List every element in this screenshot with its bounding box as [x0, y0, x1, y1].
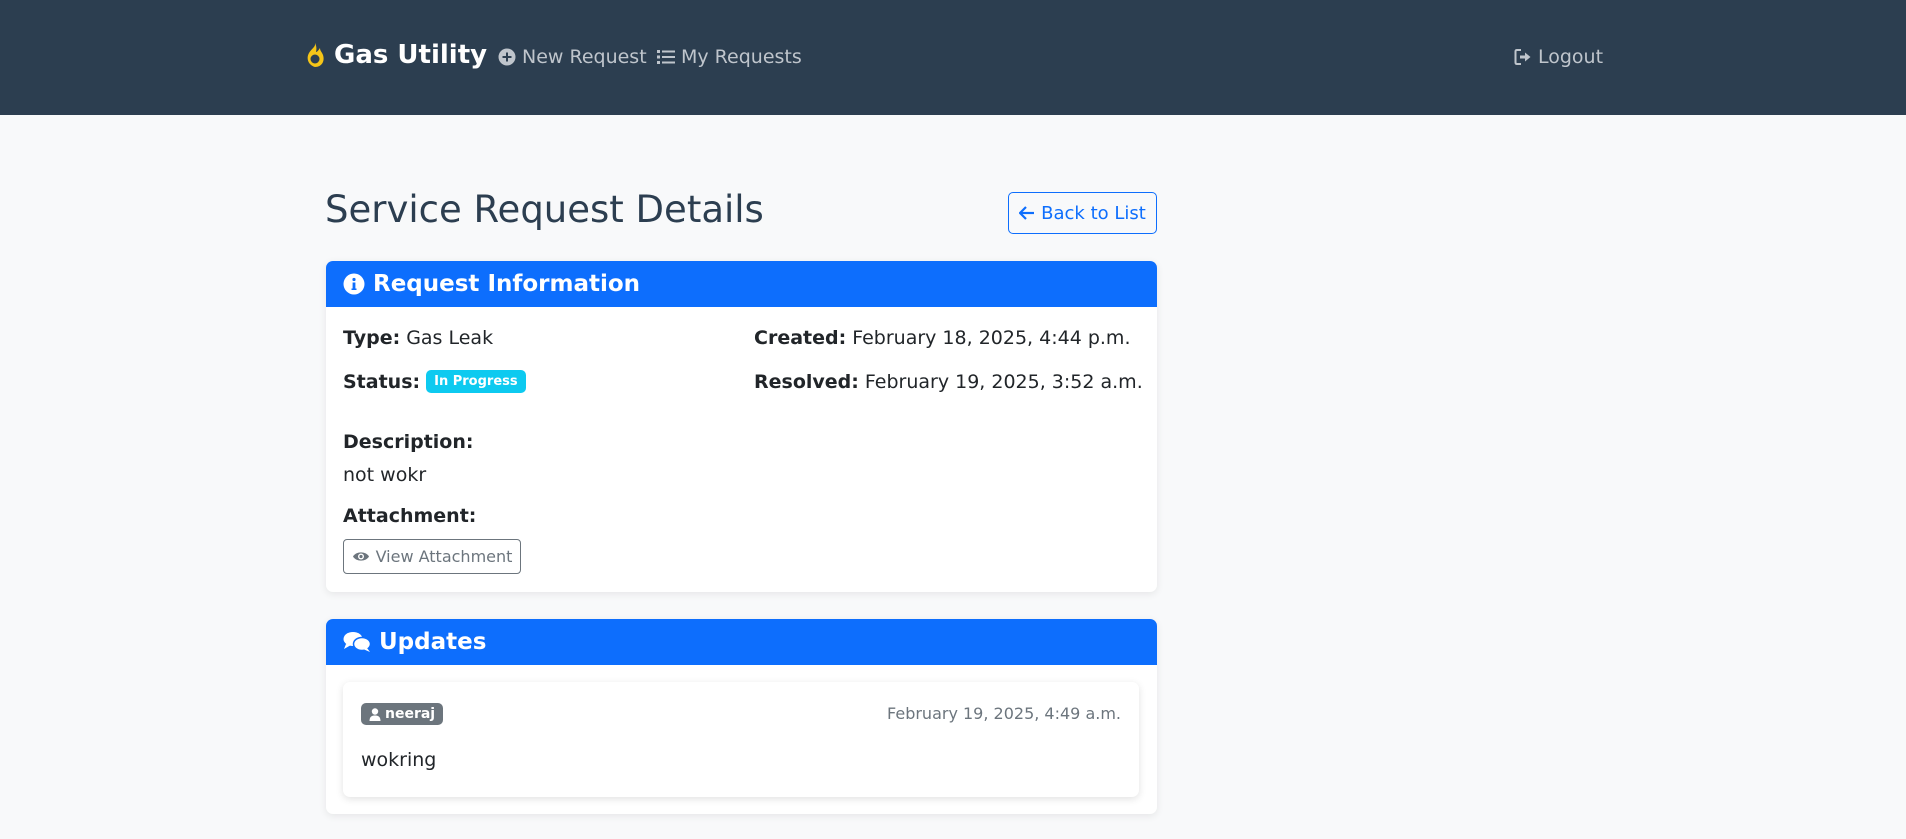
brand-label: Gas Utility — [334, 40, 488, 70]
resolved-value: February 19, 2025, 3:52 a.m. — [864, 371, 1143, 393]
request-information-card: Request Information Type: Gas Leak Creat… — [326, 261, 1157, 592]
request-information-title: Request Information — [373, 271, 641, 297]
arrow-left-icon — [1019, 206, 1035, 220]
update-user-badge: neeraj — [361, 703, 444, 725]
created-field: Created: February 18, 2025, 4:44 p.m. — [754, 327, 1130, 349]
view-attachment-label: View Attachment — [375, 547, 513, 566]
updates-title: Updates — [379, 629, 487, 655]
status-badge: In Progress — [426, 370, 526, 393]
fire-icon — [302, 41, 328, 69]
page-title: Service Request Details — [325, 188, 764, 231]
type-value: Gas Leak — [406, 327, 494, 349]
description-label: Description: — [343, 431, 474, 453]
nav-my-requests[interactable]: My Requests — [657, 46, 802, 68]
update-user-name: neeraj — [385, 706, 436, 722]
info-circle-icon — [343, 273, 365, 295]
eye-icon — [352, 550, 370, 563]
nav-new-request[interactable]: New Request — [498, 46, 647, 68]
description-value: not wokr — [343, 464, 427, 486]
brand-link[interactable]: Gas Utility — [302, 40, 487, 70]
update-message: wokring — [361, 749, 437, 771]
back-to-list-label: Back to List — [1041, 202, 1146, 224]
update-item: neeraj February 19, 2025, 4:49 a.m. wokr… — [343, 682, 1139, 797]
resolved-field: Resolved: February 19, 2025, 3:52 a.m. — [754, 371, 1143, 393]
attachment-label-row: Attachment: — [343, 505, 476, 527]
attachment-label: Attachment: — [343, 505, 477, 527]
nav-my-requests-label: My Requests — [681, 46, 802, 68]
type-field: Type: Gas Leak — [343, 327, 493, 349]
created-value: February 18, 2025, 4:44 p.m. — [852, 327, 1131, 349]
status-label: Status: — [343, 370, 421, 393]
list-icon — [657, 49, 675, 65]
nav-logout-label: Logout — [1538, 46, 1604, 68]
user-icon — [369, 707, 381, 721]
type-label: Type: — [343, 327, 401, 349]
update-timestamp: February 19, 2025, 4:49 a.m. — [887, 704, 1121, 723]
back-to-list-button[interactable]: Back to List — [1008, 192, 1157, 234]
nav-new-request-label: New Request — [522, 46, 647, 68]
view-attachment-button[interactable]: View Attachment — [343, 539, 521, 574]
plus-circle-icon — [498, 48, 516, 66]
sign-out-icon — [1514, 48, 1532, 66]
request-information-header: Request Information — [326, 261, 1157, 307]
nav-logout[interactable]: Logout — [1514, 46, 1603, 68]
status-field: Status: In Progress — [343, 370, 526, 393]
description-label-row: Description: — [343, 431, 474, 453]
created-label: Created: — [754, 327, 847, 349]
top-navbar: Gas Utility New Request My Requests Logo… — [0, 0, 1906, 115]
comments-icon — [343, 631, 371, 653]
updates-header: Updates — [326, 619, 1157, 665]
description-value-row: not wokr — [343, 464, 426, 486]
resolved-label: Resolved: — [754, 371, 859, 393]
updates-card: Updates neeraj February 19, 2025, 4:49 a… — [326, 619, 1157, 814]
